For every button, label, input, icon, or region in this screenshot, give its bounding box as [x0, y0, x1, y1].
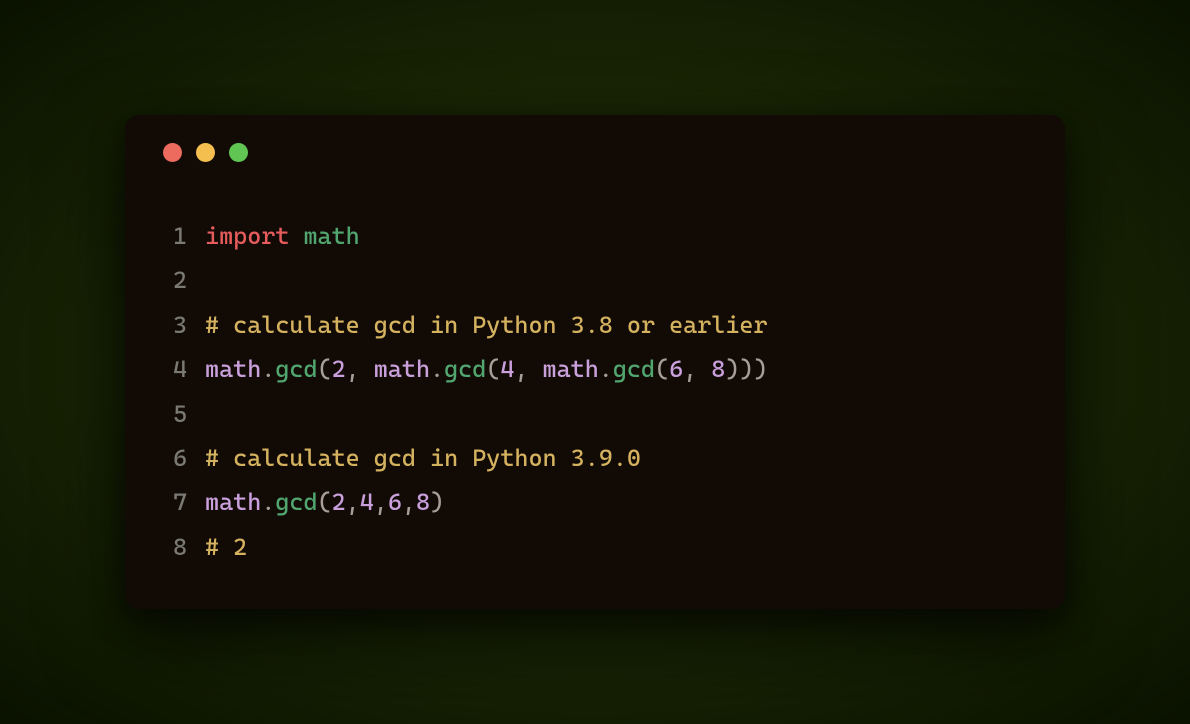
token-number: 2 — [332, 355, 346, 383]
token-number: 4 — [360, 488, 374, 516]
token-punct: ( — [318, 355, 332, 383]
line-content: import math — [205, 214, 360, 258]
line-number: 3 — [157, 303, 187, 347]
line-content: # calculate gcd in Python 3.9.0 — [205, 436, 641, 480]
token-number: 2 — [332, 488, 346, 516]
token-dot: . — [430, 355, 444, 383]
line-content: # calculate gcd in Python 3.8 or earlier — [205, 303, 768, 347]
token-punct: , — [346, 355, 374, 383]
token-dot: . — [261, 488, 275, 516]
token-ident: math — [205, 355, 261, 383]
token-module: math — [303, 222, 359, 250]
token-number: 6 — [388, 488, 402, 516]
line-content: math.gcd(2,4,6,8) — [205, 480, 444, 524]
token-number: 8 — [711, 355, 725, 383]
code-line: 2 — [157, 258, 1033, 302]
token-punct: , — [346, 488, 360, 516]
code-line: 7math.gcd(2,4,6,8) — [157, 480, 1033, 524]
token-punct: , — [402, 488, 416, 516]
code-line: 1 import math — [157, 214, 1033, 258]
minimize-icon[interactable] — [196, 143, 215, 162]
token-punct: ( — [318, 488, 332, 516]
token-number: 4 — [500, 355, 514, 383]
token-func: gcd — [275, 488, 317, 516]
token-number: 6 — [669, 355, 683, 383]
line-number: 2 — [157, 258, 187, 302]
window-controls — [163, 143, 1033, 162]
line-content: # 2 — [205, 525, 247, 569]
line-number: 5 — [157, 392, 187, 436]
token-ident: math — [205, 488, 261, 516]
line-content: math.gcd(2, math.gcd(4, math.gcd(6, 8))) — [205, 347, 768, 391]
code-line: 5 — [157, 392, 1033, 436]
token-punct: ))) — [725, 355, 767, 383]
line-number: 1 — [157, 214, 187, 258]
maximize-icon[interactable] — [229, 143, 248, 162]
token-ident: math — [543, 355, 599, 383]
line-number: 4 — [157, 347, 187, 391]
token-plain — [289, 222, 303, 250]
token-punct: ( — [655, 355, 669, 383]
token-comment: # 2 — [205, 533, 247, 561]
token-func: gcd — [444, 355, 486, 383]
code-editor-window: 1import math23# calculate gcd in Python … — [125, 115, 1065, 609]
code-line: 8 # 2 — [157, 525, 1033, 569]
line-number: 7 — [157, 480, 187, 524]
line-number: 6 — [157, 436, 187, 480]
token-ident: math — [374, 355, 430, 383]
token-func: gcd — [613, 355, 655, 383]
code-line: 3 # calculate gcd in Python 3.8 or earlie… — [157, 303, 1033, 347]
token-punct: , — [374, 488, 388, 516]
token-dot: . — [599, 355, 613, 383]
code-line: 4math.gcd(2, math.gcd(4, math.gcd(6, 8))… — [157, 347, 1033, 391]
token-number: 8 — [416, 488, 430, 516]
token-punct: , — [514, 355, 542, 383]
line-number: 8 — [157, 525, 187, 569]
token-func: gcd — [275, 355, 317, 383]
code-line: 6 # calculate gcd in Python 3.9.0 — [157, 436, 1033, 480]
token-punct: ) — [430, 488, 444, 516]
token-dot: . — [261, 355, 275, 383]
token-comment: # calculate gcd in Python 3.8 or earlier — [205, 311, 768, 339]
close-icon[interactable] — [163, 143, 182, 162]
token-punct: ( — [486, 355, 500, 383]
token-punct: , — [683, 355, 711, 383]
code-area[interactable]: 1import math23# calculate gcd in Python … — [157, 214, 1033, 569]
token-comment: # calculate gcd in Python 3.9.0 — [205, 444, 641, 472]
token-keyword: import — [205, 222, 289, 250]
